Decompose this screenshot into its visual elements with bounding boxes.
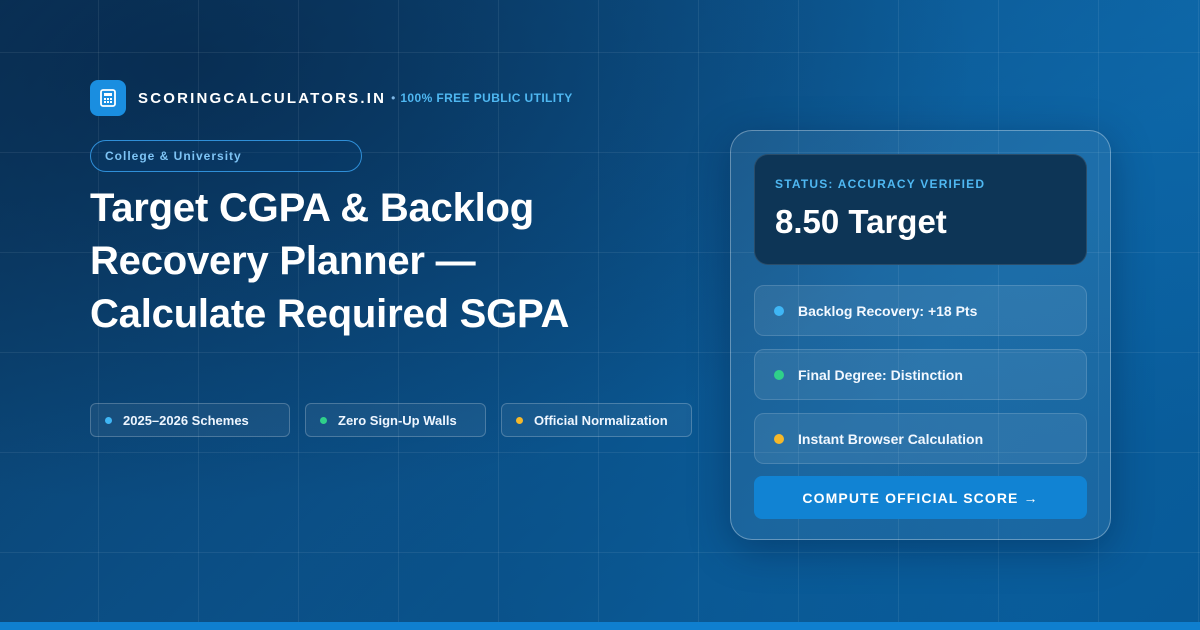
bullet-dot-icon xyxy=(105,416,112,424)
feature-chip-no-signup: Zero Sign-Up Walls xyxy=(305,403,486,437)
stat-row-label: Final Degree: Distinction xyxy=(798,366,963,383)
stat-row-backlog: Backlog Recovery: +18 Pts xyxy=(754,285,1087,336)
page-title-line-3: Calculate Required SGPA xyxy=(90,292,570,336)
page-title: Target CGPA & Backlog Recovery Planner —… xyxy=(90,182,690,341)
bullet-dot-icon xyxy=(774,433,784,444)
feature-chips: 2025–2026 Schemes Zero Sign-Up Walls Off… xyxy=(90,403,692,437)
bullet-dot-icon xyxy=(320,416,327,424)
feature-chip-label: Official Normalization xyxy=(534,412,668,428)
bullet-dot-icon xyxy=(516,416,523,424)
page-title-line-2: Recovery Planner — xyxy=(90,239,476,283)
bottom-accent-bar xyxy=(0,622,1200,630)
compute-score-button[interactable]: COMPUTE OFFICIAL SCORE → xyxy=(754,476,1087,519)
target-value: 8.50 Target xyxy=(775,203,947,240)
status-panel: STATUS: ACCURACY VERIFIED 8.50 Target xyxy=(754,154,1087,265)
stat-row-degree: Final Degree: Distinction xyxy=(754,349,1087,400)
brand-separator: • xyxy=(391,91,396,105)
brand-tagline: 100% FREE PUBLIC UTILITY xyxy=(400,91,573,105)
stat-row-instant: Instant Browser Calculation xyxy=(754,413,1087,464)
category-badge[interactable]: College & University xyxy=(90,140,362,172)
page-title-line-1: Target CGPA & Backlog xyxy=(90,186,535,230)
brand-name[interactable]: SCORINGCALCULATORS.IN xyxy=(138,90,386,107)
feature-chip-normalization: Official Normalization xyxy=(501,403,692,437)
stat-row-label: Instant Browser Calculation xyxy=(798,430,984,447)
feature-chip-schemes: 2025–2026 Schemes xyxy=(90,403,290,437)
status-label: STATUS: ACCURACY VERIFIED xyxy=(775,177,986,191)
calculator-icon[interactable] xyxy=(90,80,126,116)
score-preview-card: STATUS: ACCURACY VERIFIED 8.50 Target Ba… xyxy=(730,130,1111,540)
bullet-dot-icon xyxy=(774,369,784,380)
feature-chip-label: Zero Sign-Up Walls xyxy=(338,412,457,428)
stat-row-label: Backlog Recovery: +18 Pts xyxy=(798,302,978,319)
bullet-dot-icon xyxy=(774,305,784,316)
brand-header: SCORINGCALCULATORS.IN • 100% FREE PUBLIC… xyxy=(90,80,573,116)
feature-chip-label: 2025–2026 Schemes xyxy=(123,412,249,428)
